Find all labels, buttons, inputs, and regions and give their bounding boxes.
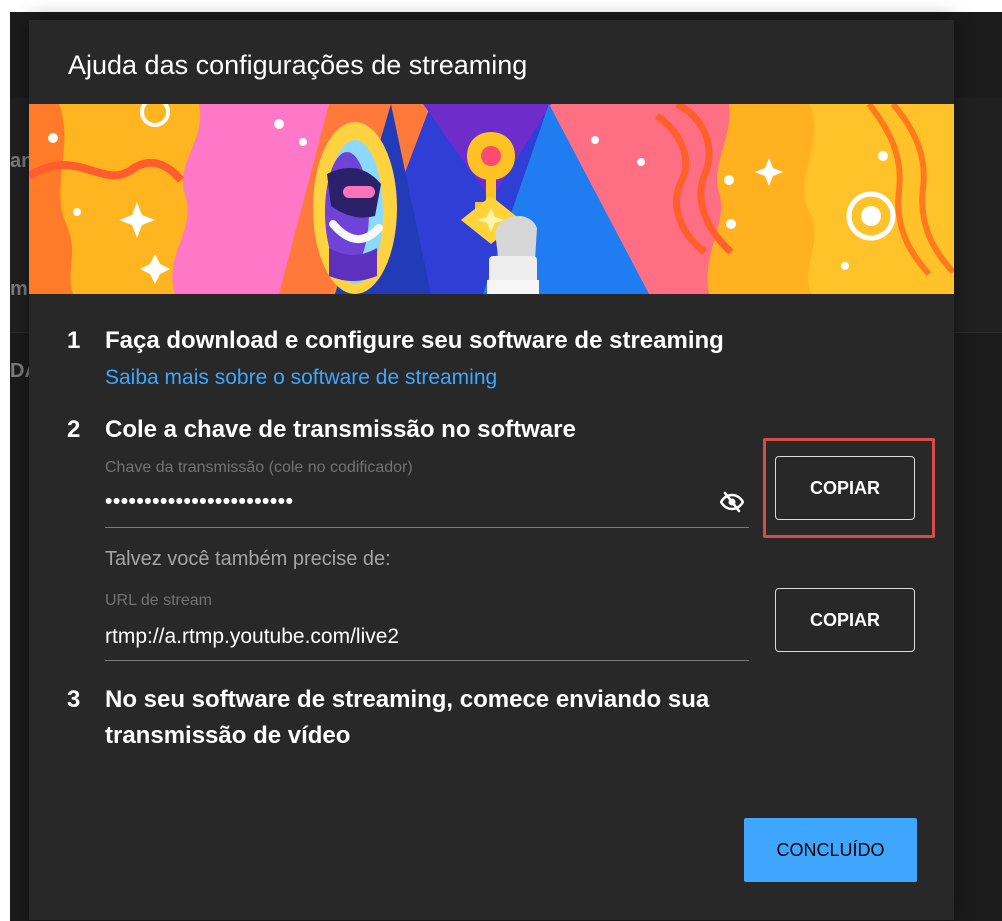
stream-url-field[interactable]: rtmp://a.rtmp.youtube.com/live2 xyxy=(105,625,399,649)
eye-off-icon xyxy=(720,491,744,513)
stream-url-label: URL de stream xyxy=(105,592,212,609)
step-number: 3 xyxy=(67,686,81,713)
step-text-line-1: No seu software de streaming, comece env… xyxy=(105,686,710,713)
step-text: Cole a chave de transmissão no software xyxy=(105,416,576,443)
step-number: 2 xyxy=(67,416,81,443)
illustration-banner xyxy=(29,104,954,294)
copy-stream-key-button[interactable]: COPIAR xyxy=(775,456,915,520)
streaming-settings-help-dialog: Ajuda das configurações de streaming 1 F… xyxy=(29,20,954,920)
streaming-software-link[interactable]: Saiba mais sobre o software de streaming xyxy=(105,366,497,390)
done-button[interactable]: CONCLUÍDO xyxy=(744,818,917,882)
step-text-line-2: transmissão de vídeo xyxy=(105,722,351,749)
stream-key-label: Chave da transmissão (cole no codificado… xyxy=(105,459,413,476)
copy-stream-url-button[interactable]: COPIAR xyxy=(775,588,915,652)
stream-url-underline xyxy=(105,660,749,661)
helper-text: Talvez você também precise de: xyxy=(105,548,391,570)
streaming-illustration xyxy=(29,104,954,294)
step-text: Faça download e configure seu software d… xyxy=(105,327,724,354)
step-number: 1 xyxy=(67,327,81,354)
toggle-visibility-button[interactable] xyxy=(717,487,747,517)
stream-key-field[interactable]: •••••••••••••••••••••••• xyxy=(105,490,293,514)
dialog-title: Ajuda das configurações de streaming xyxy=(68,50,528,80)
stream-key-underline xyxy=(105,527,749,528)
